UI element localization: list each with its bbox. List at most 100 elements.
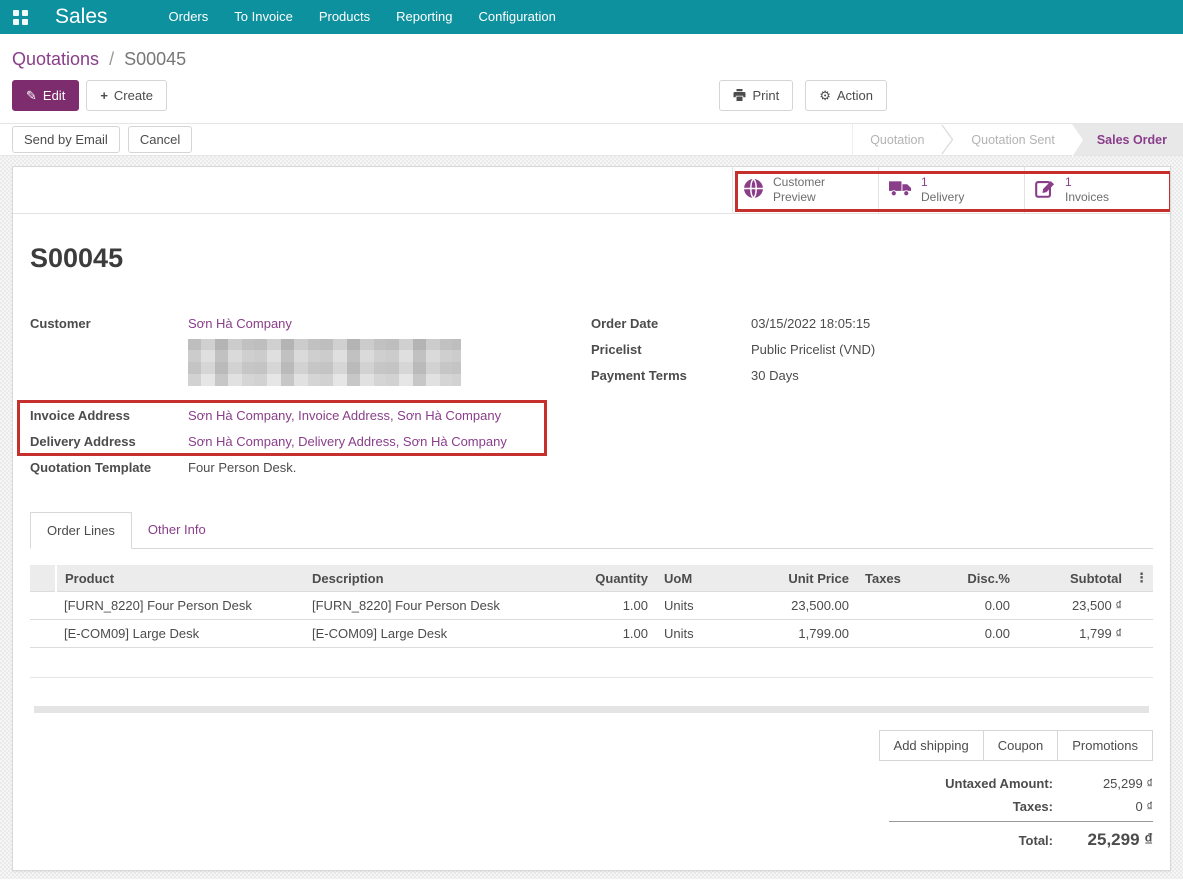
cell-product[interactable]: [FURN_8220] Four Person Desk	[56, 592, 304, 620]
globe-icon	[743, 178, 764, 202]
content-background: Customer Preview 1 Delivery 1	[0, 156, 1183, 879]
pricelist-label: Pricelist	[591, 337, 751, 363]
top-navbar: Sales Orders To Invoice Products Reporti…	[0, 0, 1183, 34]
nav-item-reporting[interactable]: Reporting	[383, 0, 465, 34]
step-sales-order[interactable]: Sales Order	[1072, 124, 1183, 155]
cancel-button[interactable]: Cancel	[128, 126, 192, 153]
stat-count: 1	[1065, 175, 1109, 190]
row-handle	[30, 592, 56, 620]
cell-disc[interactable]: 0.00	[915, 592, 1018, 620]
order-date-value: 03/15/2022 18:05:15	[751, 311, 870, 337]
coupon-button[interactable]: Coupon	[983, 730, 1059, 761]
status-steps: Quotation Quotation Sent Sales Order	[852, 124, 1183, 155]
cell-description[interactable]: [E-COM09] Large Desk	[304, 620, 551, 648]
cell-product[interactable]: [E-COM09] Large Desk	[56, 620, 304, 648]
step-quotation[interactable]: Quotation	[853, 124, 941, 155]
total-label: Total:	[1019, 833, 1053, 848]
invoice-address-link[interactable]: Sơn Hà Company, Invoice Address, Sơn Hà …	[188, 403, 501, 429]
invoices-stat-button[interactable]: 1 Invoices	[1024, 167, 1170, 213]
cell-menu-spacer	[1130, 592, 1153, 620]
step-quotation-sent[interactable]: Quotation Sent	[954, 124, 1071, 155]
stat-label: Invoices	[1065, 190, 1109, 205]
cell-taxes[interactable]	[857, 592, 915, 620]
cell-uom[interactable]: Units	[656, 620, 749, 648]
cell-subtotal[interactable]: 23,500 ₫	[1018, 592, 1130, 620]
invoice-edit-icon	[1035, 179, 1056, 201]
nav-item-to-invoice[interactable]: To Invoice	[221, 0, 306, 34]
stat-count: 1	[921, 175, 964, 190]
field-delivery-address: Delivery Address Sơn Hà Company, Deliver…	[30, 429, 591, 455]
notebook-tabs: Order Lines Other Info	[30, 512, 1153, 549]
field-customer: Customer Sơn Hà Company	[30, 311, 591, 337]
apps-grid-icon[interactable]	[13, 10, 28, 25]
field-grid: Customer Sơn Hà Company Invoice Address …	[30, 311, 1153, 481]
cell-uom[interactable]: Units	[656, 592, 749, 620]
cell-subtotal[interactable]: 1,799 ₫	[1018, 620, 1130, 648]
order-line-row[interactable]: [E-COM09] Large Desk [E-COM09] Large Des…	[30, 620, 1153, 648]
header-taxes: Taxes	[857, 565, 915, 592]
stat-label: Customer	[773, 175, 825, 190]
order-date-label: Order Date	[591, 311, 751, 337]
footer-buttons: Add shipping Coupon Promotions	[30, 730, 1153, 761]
tab-order-lines[interactable]: Order Lines	[30, 512, 132, 549]
breadcrumb-current: S00045	[124, 49, 186, 69]
field-invoice-address: Invoice Address Sơn Hà Company, Invoice …	[30, 403, 591, 429]
quotation-template-label: Quotation Template	[30, 455, 188, 481]
pricelist-value: Public Pricelist (VND)	[751, 337, 875, 363]
untaxed-amount-label: Untaxed Amount:	[945, 776, 1053, 791]
customer-link[interactable]: Sơn Hà Company	[188, 311, 292, 337]
print-button[interactable]: Print	[719, 80, 793, 111]
field-order-date: Order Date 03/15/2022 18:05:15	[591, 311, 1152, 337]
send-by-email-button[interactable]: Send by Email	[12, 126, 120, 153]
plus-icon: +	[100, 88, 108, 103]
cell-taxes[interactable]	[857, 620, 915, 648]
cell-unit-price[interactable]: 1,799.00	[749, 620, 857, 648]
action-button[interactable]: ⚙Action	[805, 80, 887, 111]
statusbar: Send by Email Cancel Quotation Quotation…	[0, 123, 1183, 156]
add-shipping-button[interactable]: Add shipping	[879, 730, 984, 761]
cell-description[interactable]: [FURN_8220] Four Person Desk	[304, 592, 551, 620]
nav-item-products[interactable]: Products	[306, 0, 383, 34]
breadcrumb-quotations-link[interactable]: Quotations	[12, 49, 99, 69]
stat-button-strip: Customer Preview 1 Delivery 1	[13, 167, 1170, 214]
stat-label: Delivery	[921, 190, 964, 205]
header-description: Description	[304, 565, 551, 592]
breadcrumb-separator: /	[109, 49, 114, 69]
field-pricelist: Pricelist Public Pricelist (VND)	[591, 337, 1152, 363]
app-brand[interactable]: Sales	[55, 5, 108, 29]
payment-terms-value: 30 Days	[751, 363, 799, 389]
breadcrumb: Quotations / S00045	[12, 49, 1171, 70]
tab-other-info[interactable]: Other Info	[132, 512, 222, 548]
chevron-right-icon	[941, 124, 954, 155]
redacted-address-block	[188, 339, 461, 386]
total-row: Total: 25,299 ₫	[889, 821, 1153, 854]
create-button[interactable]: +Create	[86, 80, 167, 111]
field-payment-terms: Payment Terms 30 Days	[591, 363, 1152, 389]
order-lines-table: Product Description Quantity UoM Unit Pr…	[30, 565, 1153, 678]
delivery-stat-button[interactable]: 1 Delivery	[878, 167, 1024, 213]
customer-label: Customer	[30, 311, 188, 337]
header-subtotal: Subtotal	[1018, 565, 1130, 592]
control-panel: Quotations / S00045 ✎Edit +Create Print …	[0, 34, 1183, 123]
nav-item-configuration[interactable]: Configuration	[466, 0, 569, 34]
order-line-row[interactable]: [FURN_8220] Four Person Desk [FURN_8220]…	[30, 592, 1153, 620]
nav-item-orders[interactable]: Orders	[156, 0, 222, 34]
untaxed-amount-value: 25,299 ₫	[1053, 776, 1153, 791]
promotions-button[interactable]: Promotions	[1057, 730, 1153, 761]
cell-quantity[interactable]: 1.00	[551, 592, 656, 620]
edit-button[interactable]: ✎Edit	[12, 80, 79, 111]
header-disc: Disc.%	[915, 565, 1018, 592]
cell-quantity[interactable]: 1.00	[551, 620, 656, 648]
delivery-address-label: Delivery Address	[30, 429, 188, 455]
payment-terms-label: Payment Terms	[591, 363, 751, 389]
untaxed-amount-row: Untaxed Amount: 25,299 ₫	[889, 772, 1153, 795]
cell-unit-price[interactable]: 23,500.00	[749, 592, 857, 620]
gear-icon: ⚙	[819, 88, 831, 103]
cell-disc[interactable]: 0.00	[915, 620, 1018, 648]
row-handle	[30, 620, 56, 648]
delivery-address-link[interactable]: Sơn Hà Company, Delivery Address, Sơn Hà…	[188, 429, 507, 455]
column-options-icon[interactable]: ⋮	[1130, 565, 1153, 592]
customer-preview-button[interactable]: Customer Preview	[732, 167, 878, 213]
handle-column-header	[30, 565, 56, 592]
invoice-address-label: Invoice Address	[30, 403, 188, 429]
